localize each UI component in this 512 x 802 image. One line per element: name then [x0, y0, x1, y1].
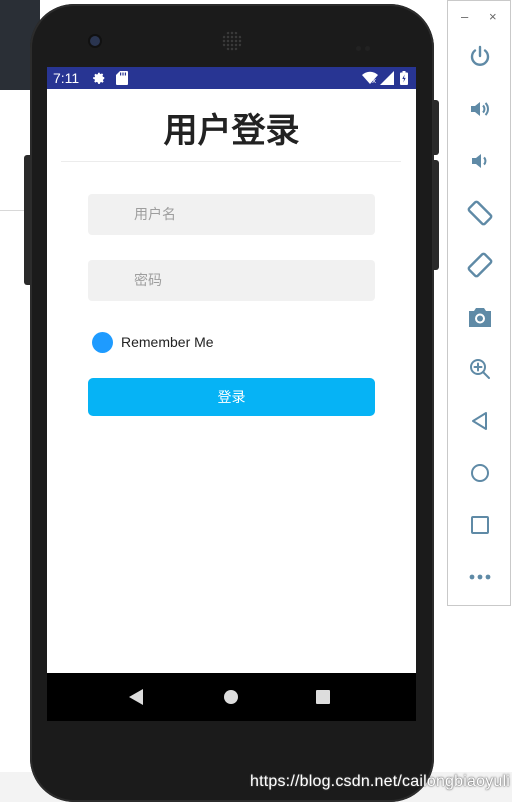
rotate-left-icon: [467, 200, 493, 226]
remember-me-radio[interactable]: [92, 331, 113, 353]
recents-square-icon: [316, 690, 330, 704]
nav-home-button[interactable]: [211, 673, 251, 721]
screenshot-button[interactable]: [460, 297, 500, 337]
home-icon: [471, 464, 489, 482]
phone-screen: 7:11 x 用户登录 Remem: [47, 67, 416, 721]
back-icon: [472, 412, 487, 430]
password-field[interactable]: [88, 260, 375, 301]
volume-down-icon: [472, 154, 487, 168]
battery-icon: [400, 71, 408, 90]
rotate-left-button[interactable]: [460, 193, 500, 233]
overview-button[interactable]: [460, 505, 500, 545]
phone-volume-key: [433, 160, 439, 270]
navigation-bar: [47, 673, 416, 721]
volume-up-button[interactable]: [460, 89, 500, 129]
zoom-icon: [470, 359, 490, 379]
username-input[interactable]: [88, 194, 375, 235]
username-field[interactable]: [88, 194, 375, 235]
minimize-button[interactable]: –: [461, 9, 468, 24]
zoom-button[interactable]: [460, 349, 500, 389]
home-button[interactable]: [460, 453, 500, 493]
emulator-controls-panel: – ×: [447, 0, 511, 606]
rotate-right-icon: [467, 252, 493, 278]
power-button[interactable]: [460, 37, 500, 77]
front-camera: [90, 36, 100, 46]
nav-back-button[interactable]: [117, 673, 157, 721]
camera-icon: [469, 308, 491, 327]
status-bar: 7:11 x: [47, 67, 416, 89]
login-button[interactable]: 登录: [88, 378, 375, 416]
desktop: 7:11 x 用户登录 Remem: [0, 0, 512, 802]
sd-card-icon: [116, 71, 128, 90]
watermark: https://blog.csdn.net/cailongbiaoyuli: [250, 773, 511, 790]
more-button[interactable]: [460, 557, 500, 597]
close-button[interactable]: ×: [489, 9, 497, 24]
svg-text:x: x: [372, 77, 376, 85]
volume-up-icon: [471, 102, 489, 116]
power-icon: [470, 45, 490, 66]
remember-me-label: Remember Me: [121, 334, 214, 350]
back-button[interactable]: [460, 401, 500, 441]
settings-icon: [92, 71, 106, 90]
nav-recents-button[interactable]: [303, 673, 343, 721]
title-divider: [61, 161, 401, 162]
password-input[interactable]: [88, 260, 375, 301]
back-triangle-icon: [129, 689, 143, 705]
earpiece-speaker: [222, 31, 242, 51]
home-circle-icon: [224, 690, 238, 704]
status-time: 7:11: [53, 70, 80, 86]
page-title: 用户登录: [163, 111, 300, 151]
more-icon: [469, 574, 491, 580]
volume-down-button[interactable]: [460, 141, 500, 181]
rotate-right-button[interactable]: [460, 245, 500, 285]
overview-icon: [471, 516, 489, 534]
cell-signal-icon: [380, 71, 394, 90]
phone-power-key: [433, 100, 439, 155]
proximity-sensors: [356, 38, 378, 51]
wifi-icon: x: [362, 71, 378, 90]
remember-me-option[interactable]: Remember Me: [92, 331, 214, 353]
